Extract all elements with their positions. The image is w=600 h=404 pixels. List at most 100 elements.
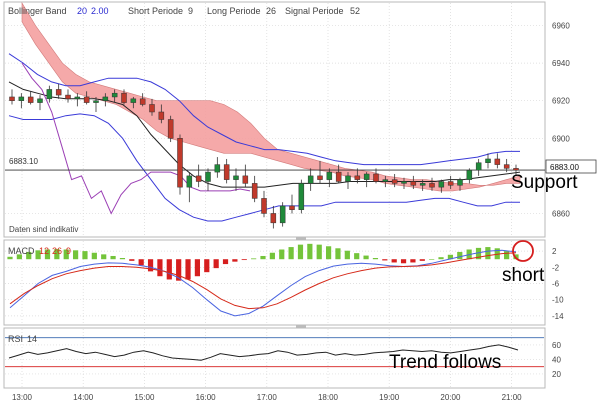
candle-body [9, 96, 15, 101]
candle-body [186, 175, 193, 188]
macd-histogram-bar [129, 259, 135, 261]
macd-histogram-bar [157, 259, 163, 277]
x-tick-label: 14:00 [73, 393, 94, 402]
macd-histogram-bar [429, 259, 435, 260]
x-tick-label: 13:00 [12, 393, 33, 402]
candle-body [391, 179, 398, 184]
macd-histogram-bar [438, 257, 444, 260]
candle-body [307, 175, 314, 184]
macd-histogram-bar [82, 251, 88, 260]
candle-body [429, 183, 435, 188]
candle-body [74, 96, 81, 100]
candle-body [363, 173, 370, 180]
candle-body [177, 138, 183, 188]
current-price-value: 6883.00 [550, 163, 579, 172]
support-annotation: Support [511, 172, 578, 193]
x-tick-label: 20:00 [440, 393, 461, 402]
macd-histogram-bar [344, 250, 350, 260]
macd-histogram-bar [410, 259, 416, 263]
macd-histogram-bar [316, 244, 322, 260]
candle-body [410, 181, 417, 186]
macd-tick-label: 2 [552, 247, 557, 256]
rsi-tick-label: 60 [552, 341, 561, 350]
candle-body [289, 205, 295, 210]
macd-histogram-bar [504, 251, 510, 260]
bollinger-legend-period: 20 [77, 6, 87, 16]
candle-body [233, 175, 239, 180]
macd-tick-label: -6 [552, 280, 560, 289]
macd-histogram-bar [119, 258, 126, 260]
macd-histogram-bar [307, 243, 313, 260]
ichimoku-short-value: 9 [188, 6, 193, 16]
candle-body [139, 98, 146, 105]
trading-chart: 13:00 14:00 15:00 16:00 17:00 18:00 19:00 20:00… [3, 1, 597, 402]
candle-body [317, 175, 323, 180]
macd-histogram-bar [297, 244, 304, 260]
macd-histogram-bar [194, 259, 201, 277]
bollinger-legend-stddev: 2.00 [91, 6, 109, 16]
macd-histogram-bar [288, 247, 294, 260]
candle-body [195, 175, 202, 182]
candle-body [37, 98, 43, 103]
ichimoku-short-label: Short Periode [128, 6, 183, 16]
ichimoku-signal-label: Signal Periode [285, 6, 344, 16]
candle-body [475, 162, 482, 171]
candle-body [335, 171, 342, 182]
macd-histogram-bar [101, 254, 107, 260]
candle-body [251, 183, 258, 199]
macd-histogram-bar [372, 258, 379, 260]
candle-body [513, 168, 519, 171]
macd-tick-label: -10 [552, 296, 564, 305]
price-tick-label: 6900 [552, 134, 570, 143]
panel-splitter-handle[interactable] [296, 324, 306, 328]
x-tick-label: 17:00 [257, 393, 278, 402]
candle-body [354, 175, 361, 180]
price-tick-label: 6960 [552, 22, 570, 31]
candle-body [419, 183, 426, 186]
rsi-tick-label: 40 [552, 355, 561, 364]
macd-histogram-bar [354, 253, 360, 260]
candle-body [205, 171, 211, 182]
candle-body [158, 111, 165, 120]
candle-body [83, 96, 90, 103]
candle-body [279, 205, 286, 224]
candle-body [149, 104, 155, 113]
candle-body [214, 164, 221, 173]
x-tick-label: 16:00 [196, 393, 217, 402]
candle-body [270, 213, 277, 224]
macd-histogram-bar [138, 259, 144, 266]
rsi-tick-label: 20 [552, 370, 561, 379]
price-tick-label: 6860 [552, 209, 570, 218]
macd-legend-signal: 9 [66, 246, 71, 256]
rsi-legend-period: 14 [27, 334, 37, 344]
macd-histogram-bar [400, 259, 407, 264]
macd-histogram-bar [279, 249, 285, 260]
candle-body [326, 171, 333, 180]
macd-histogram-bar [363, 255, 369, 260]
candle-body [466, 169, 473, 180]
candle-body [261, 198, 267, 214]
candle-body [242, 175, 249, 184]
macd-histogram-bar [72, 250, 79, 260]
panel-splitter-handle[interactable] [296, 236, 306, 240]
macd-histogram-bar [325, 246, 332, 260]
candle-body [447, 181, 454, 186]
candle-body [167, 119, 174, 139]
macd-histogram-bar [269, 252, 275, 260]
candle-body [27, 96, 34, 103]
candle-body [457, 179, 463, 186]
macd-histogram-bar [485, 247, 491, 260]
x-tick-label: 15:00 [134, 393, 155, 402]
candle-body [373, 173, 379, 182]
data-disclaimer: Daten sind indikativ [9, 225, 78, 234]
price-tick-label: 6940 [552, 59, 570, 68]
macd-histogram-bar [260, 255, 266, 260]
price-tick-label: 6920 [552, 97, 570, 106]
ichimoku-signal-value: 52 [350, 6, 360, 16]
macd-histogram-bar [204, 259, 210, 273]
candle-body [121, 92, 127, 103]
candle-body [102, 96, 109, 101]
rsi-legend-name: RSI [8, 334, 23, 344]
macd-histogram-bar [110, 255, 116, 260]
bollinger-legend-name: Bollinger Band [8, 6, 67, 16]
